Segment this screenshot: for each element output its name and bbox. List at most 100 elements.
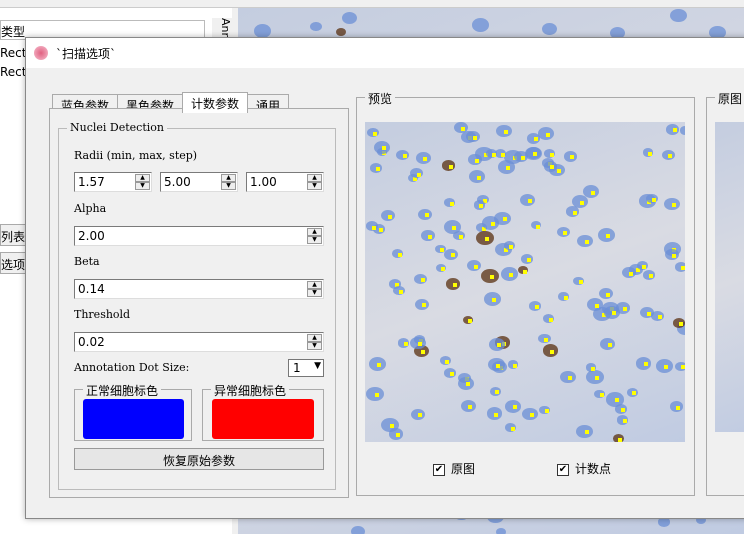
count-dot [389,423,394,428]
spinner-arrows[interactable]: ▲ ▼ [221,174,236,190]
count-dot [599,393,604,398]
count-dot [563,231,568,236]
nucleus [670,8,688,23]
tab-count-params[interactable]: 计数参数 [182,92,249,113]
spinner-arrows[interactable]: ▲ ▼ [135,174,150,190]
nucleus [341,11,358,25]
count-dot [527,199,532,204]
count-dot [448,164,453,169]
threshold-input[interactable]: 0.02 ▲ ▼ [74,332,324,352]
beta-label: Beta [74,255,100,268]
count-dot [416,172,421,177]
count-dot [567,376,572,381]
count-dot [373,131,378,136]
count-dot [503,130,508,134]
count-dot [533,137,538,142]
count-dot [647,151,652,156]
original-image [715,122,744,432]
count-dot [591,190,596,195]
count-dot [570,155,575,160]
count-dot [424,213,429,218]
show-count-checkbox[interactable]: ✔ 计数点 [557,460,611,477]
count-dot [492,297,497,302]
count-dot [452,225,457,230]
dot-size-select[interactable]: 1 ▼ [288,359,324,377]
count-dot [445,359,450,364]
beta-input[interactable]: 0.14 ▲ ▼ [74,279,324,299]
count-dot [418,413,423,418]
preview-group: 预览 ✔ 原图 ✔ 计数点 [356,90,695,496]
count-dot [450,372,455,377]
title-bar: `扫描选项` [26,38,744,68]
count-dot [606,234,611,239]
count-dot [440,248,445,253]
count-dot [544,409,549,414]
original-group: 原图 [706,90,744,496]
count-dot [403,342,408,347]
count-dot [377,362,382,367]
count-dot [544,337,549,342]
count-dot [612,310,617,315]
abnormal-color-label: 异常细胞标色 [211,382,290,399]
count-dot [533,151,538,156]
nucleus [495,527,506,534]
chevron-down-icon: ▼ [314,361,321,371]
count-dot [484,237,489,242]
count-dot [664,365,669,370]
count-dot [521,155,526,160]
count-dot [512,405,517,410]
count-dot [494,412,499,417]
count-dot [388,214,393,219]
spinner-arrows[interactable]: ▲ ▼ [307,334,322,350]
spinner-arrows[interactable]: ▲ ▼ [307,174,322,190]
count-dot [427,234,432,239]
count-dot [671,202,676,207]
count-dot [421,303,426,308]
spinner-arrows[interactable]: ▲ ▼ [307,228,322,244]
count-dot [375,167,380,172]
reset-params-button[interactable]: 恢复原始参数 [74,448,324,470]
count-dot [479,204,484,209]
preview-image [365,122,685,442]
count-dot [679,322,684,327]
show-count-label: 计数点 [575,462,612,476]
count-dot [461,126,466,131]
alpha-label: Alpha [74,202,107,215]
stained-nucleus [336,27,347,36]
nucleus [541,22,557,35]
spinner-arrows[interactable]: ▲ ▼ [307,281,322,297]
normal-color-swatch[interactable] [83,399,184,439]
count-dot [681,266,685,271]
count-dot [549,152,554,157]
count-dot [472,135,477,140]
count-dot [374,393,379,398]
nucleus [471,18,489,32]
nucleus [310,21,322,32]
background-toolbar [0,0,744,8]
count-dot [397,252,402,257]
count-params-panel: Nuclei Detection Radii (min, max, step) … [49,108,349,498]
nucleus [253,23,272,38]
count-dot [618,437,623,442]
count-dot [417,341,422,346]
count-dot [496,363,501,368]
alpha-input[interactable]: 2.00 ▲ ▼ [74,226,324,246]
count-dot [453,283,457,288]
alpha-value: 2.00 [78,229,105,243]
count-dot [509,272,514,277]
count-dot [420,278,425,283]
count-dot [594,303,599,308]
count-dot [606,292,611,297]
count-dot [440,267,445,272]
count-dot [510,426,515,431]
count-dot [475,158,479,163]
radii-step-input[interactable]: 1.00 ▲ ▼ [246,172,324,192]
radii-min-input[interactable]: 1.57 ▲ ▼ [74,172,152,192]
show-original-checkbox[interactable]: ✔ 原图 [433,460,475,477]
count-dot [536,224,541,229]
original-label: 原图 [715,90,744,107]
count-dot [632,391,637,396]
radii-max-input[interactable]: 5.00 ▲ ▼ [160,172,238,192]
count-dot [550,165,555,170]
abnormal-color-swatch[interactable] [212,399,314,439]
